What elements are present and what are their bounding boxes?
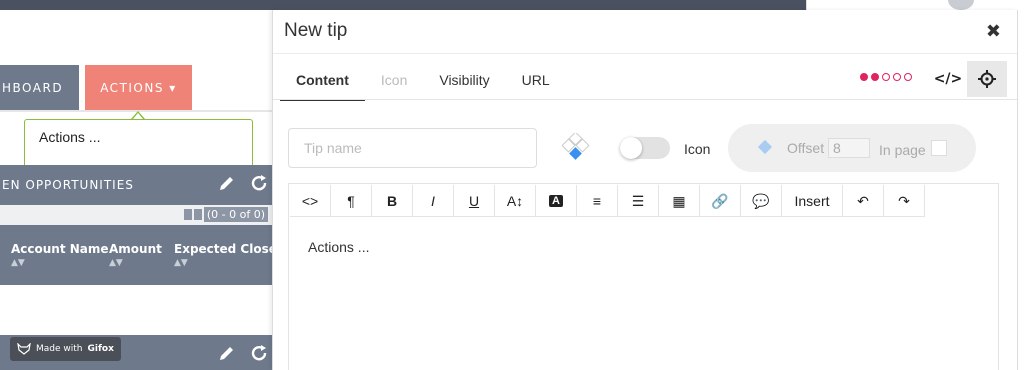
icon-toggle-label: Icon [684,141,711,157]
pager-first-icon[interactable] [184,209,192,220]
code-view-icon[interactable]: <> [290,185,331,217]
step-dot[interactable] [860,73,868,81]
watermark-prefix: Made with [36,344,83,354]
font-size-icon[interactable]: A↕ [495,185,536,217]
target-picker-button[interactable] [967,61,1007,97]
step-dot[interactable] [904,73,912,81]
crosshair-icon [978,70,996,88]
offset-panel: Offset 8 In page [728,124,976,172]
rich-text-editor: <> ¶ B I U A↕ A ≡ ☰ ▦ 🔗 💬 Insert ↶ ↷ Act… [288,183,999,370]
top-bar [0,0,806,10]
italic-icon[interactable]: I [413,185,454,217]
link-icon[interactable]: 🔗 [700,185,741,217]
dashlet2-actions [218,344,268,366]
tip-name-input[interactable] [288,128,537,168]
toggle-knob [620,137,642,159]
insert-button[interactable]: Insert [782,185,843,217]
column-amount[interactable]: Amount ▲▼ [109,242,162,268]
dialog-tabs: Content Icon Visibility URL [280,61,566,101]
offset-label: Offset [787,140,825,156]
screen: HBOARD ACTIONS ▾ Actions ... EN OPPORTUN… [0,0,1024,370]
step-dot[interactable] [893,73,901,81]
sort-icon: ▲▼ [109,258,123,268]
dialog-title: New tip [284,20,348,41]
in-page-checkbox[interactable] [931,140,947,156]
text-color-icon: A [549,195,563,207]
watermark-brand: Gifox [87,344,114,354]
redo-icon[interactable]: ↷ [884,185,925,217]
refresh-icon[interactable] [250,174,268,196]
tab-content[interactable]: Content [280,61,365,101]
pager-bar: (0 - 0 of 0) [0,205,272,225]
sort-icon: ▲▼ [11,258,25,268]
step-dot[interactable] [882,73,890,81]
tab-icon[interactable]: Icon [365,61,423,101]
tab-url[interactable]: URL [506,61,566,101]
column-account-name[interactable]: Account Name ▲▼ [11,242,109,268]
editor-content[interactable]: Actions ... [308,239,369,255]
tooltip-text: Actions ... [39,129,101,145]
code-icon: </> [933,71,963,87]
actions-tab[interactable]: ACTIONS ▾ [85,65,192,110]
table-icon[interactable]: ▦ [659,185,700,217]
paragraph-icon[interactable]: ¶ [331,185,372,217]
text-color-button[interactable]: A [536,185,577,217]
dashlet-header: EN OPPORTUNITIES [0,165,272,205]
dashboard-tab-label: HBOARD [2,80,64,95]
undo-icon[interactable]: ↶ [843,185,884,217]
actions-tab-label: ACTIONS ▾ [100,80,177,95]
diamond-icon [757,139,773,155]
tab-visibility[interactable]: Visibility [423,61,505,101]
pager-count: (0 - 0 of 0) [203,207,268,222]
table-header: Account Name ▲▼ Amount ▲▼ Expected Close… [0,225,299,285]
editor-toolbar: <> ¶ B I U A↕ A ≡ ☰ ▦ 🔗 💬 Insert ↶ ↷ [290,185,925,217]
offset-input[interactable]: 8 [828,138,870,158]
in-page-label: In page [879,142,926,158]
edit-pencil-icon[interactable] [218,344,236,366]
icon-position-picker-icon[interactable] [561,133,591,165]
pager-buttons [184,209,202,220]
dashboard-tab[interactable]: HBOARD [0,65,79,110]
dashlet-actions [218,174,268,196]
bold-icon[interactable]: B [372,185,413,217]
gifox-watermark: Made with Gifox [10,337,121,361]
list-icon[interactable]: ☰ [618,185,659,217]
column-label: Account Name [11,242,109,256]
pager-prev-icon[interactable] [194,209,202,220]
comment-icon[interactable]: 💬 [741,185,782,217]
tabs-divider [273,99,1017,100]
edit-pencil-icon[interactable] [218,174,236,196]
code-view-button[interactable]: </> [929,61,967,97]
step-indicator [860,73,912,81]
column-label: Amount [109,242,162,256]
tip-preview-tooltip: Actions ... [24,119,253,171]
step-dot[interactable] [871,73,879,81]
new-tip-dialog: New tip ✖ Content Icon Visibility URL </… [272,10,1018,370]
icon-toggle[interactable] [620,137,670,159]
underline-icon[interactable]: U [454,185,495,217]
divider [273,53,1017,54]
fox-icon [17,343,31,355]
close-icon[interactable]: ✖ [986,21,1001,42]
align-icon[interactable]: ≡ [577,185,618,217]
refresh-icon[interactable] [250,344,268,366]
dashlet-title: EN OPPORTUNITIES [2,178,134,192]
